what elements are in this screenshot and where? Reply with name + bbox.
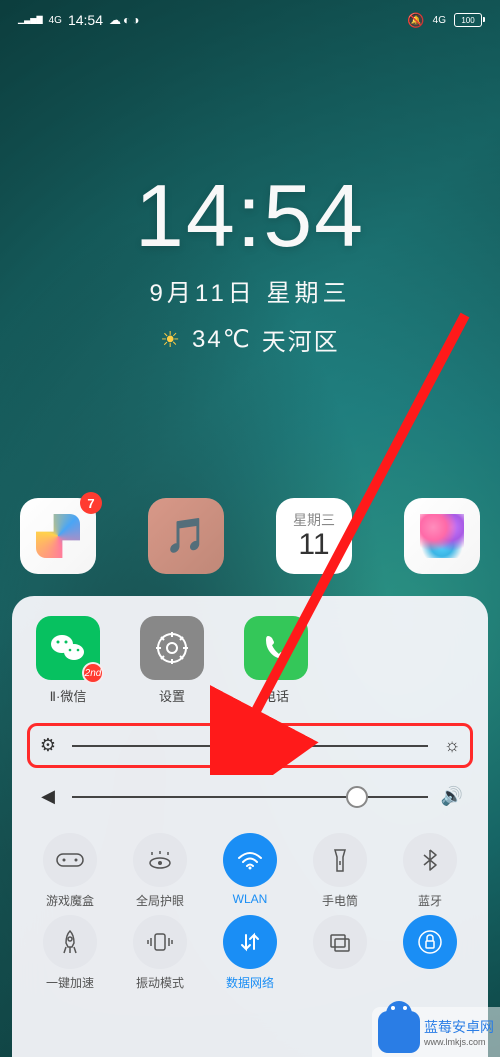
home-clock: 14:54 9月11日 星期三 ☀ 34℃ 天河区: [0, 165, 500, 357]
toggle-label: 振动模式: [136, 974, 184, 991]
gamepad-icon: [43, 833, 97, 887]
vibrate-icon: [133, 915, 187, 969]
volume-slider-row: ◀ 🔊: [30, 776, 470, 817]
brightness-max-icon[interactable]: ☼: [440, 735, 464, 756]
toggle-label: 一键加速: [46, 974, 94, 991]
signal-bars-icon: ▁▃▅▇: [18, 16, 43, 24]
watermark-url: www.lmkjs.com: [424, 1037, 494, 1047]
toggle-flashlight[interactable]: 手电筒: [300, 833, 380, 909]
brightness-settings-icon[interactable]: ⚙: [36, 735, 60, 756]
volume-min-icon: ◀: [36, 786, 60, 807]
network-badge: 4G: [49, 15, 62, 26]
quick-toggles-grid: 游戏魔盒 全局护眼 WLAN 手电筒 蓝牙: [30, 833, 470, 991]
dual-app-badge: 2nd: [82, 662, 104, 684]
brightness-slider-row: ⚙ ☼: [27, 723, 473, 768]
flashlight-icon: [313, 833, 367, 887]
toggle-bluetooth[interactable]: 蓝牙: [390, 833, 470, 909]
weather-location: 天河区: [262, 322, 340, 357]
toggle-label: 数据网络: [226, 974, 274, 991]
toggle-lock[interactable]: [390, 915, 470, 991]
rocket-icon: [43, 915, 97, 969]
data-icon: [223, 915, 277, 969]
toggle-mobile-data[interactable]: 数据网络: [210, 915, 290, 991]
app-theme[interactable]: [404, 498, 480, 574]
calendar-day: 11: [298, 528, 329, 562]
brightness-thumb[interactable]: [211, 735, 233, 757]
gear-icon: [140, 616, 204, 680]
watermark-text: 蓝莓安卓网: [424, 1017, 494, 1037]
watermark: 蓝莓安卓网 www.lmkjs.com: [372, 1007, 500, 1057]
flower-icon: [420, 514, 464, 558]
mute-icon: 🔕: [407, 12, 424, 29]
weather-row[interactable]: ☀ 34℃ 天河区: [0, 322, 500, 357]
status-bar: ▁▃▅▇ 4G 14:54 ☁◐◑ 🔕 4G 100: [0, 0, 500, 40]
lock-icon: [403, 915, 457, 969]
recent-app-settings[interactable]: 设置: [140, 616, 204, 705]
toggle-label: 游戏魔盒: [46, 892, 94, 909]
wechat-icon: 2nd: [36, 616, 100, 680]
app-music[interactable]: 🎵: [148, 498, 224, 574]
music-icon: 🎵: [165, 516, 207, 556]
sun-icon: ☀: [160, 327, 182, 353]
recent-app-wechat[interactable]: 2nd Ⅱ·微信: [36, 616, 100, 705]
phone-icon: [244, 616, 308, 680]
toggle-label: WLAN: [233, 892, 268, 906]
home-app-row: 7 🎵 星期三 11: [20, 498, 480, 574]
toggle-game-box[interactable]: 游戏魔盒: [30, 833, 110, 909]
toggle-wlan[interactable]: WLAN: [210, 833, 290, 909]
status-time: 14:54: [68, 12, 103, 28]
screenshot-icon: [313, 915, 367, 969]
toggle-label: 手电筒: [322, 892, 358, 909]
weather-mini-icons: ☁◐◑: [109, 13, 140, 27]
volume-max-icon: 🔊: [440, 786, 464, 807]
recent-app-phone[interactable]: 电话: [244, 616, 308, 705]
battery-indicator: 100: [454, 13, 482, 27]
notification-badge: 7: [80, 492, 102, 514]
brightness-slider[interactable]: [72, 745, 428, 747]
control-center-panel: 2nd Ⅱ·微信: [12, 596, 488, 1057]
clock-date: 9月11日 星期三: [0, 273, 500, 308]
eye-icon: [133, 833, 187, 887]
recent-apps-row: 2nd Ⅱ·微信: [30, 616, 470, 705]
volume-thumb[interactable]: [346, 786, 368, 808]
wifi-icon: [223, 833, 277, 887]
store-icon: [36, 514, 80, 558]
toggle-screenshot[interactable]: [300, 915, 380, 991]
volume-slider[interactable]: [72, 796, 428, 798]
weather-temp: 34℃: [192, 325, 252, 354]
toggle-vibrate[interactable]: 振动模式: [120, 915, 200, 991]
calendar-weekday: 星期三: [293, 510, 335, 530]
app-calendar[interactable]: 星期三 11: [276, 498, 352, 574]
toggle-label: 蓝牙: [418, 892, 442, 909]
android-mascot-icon: [378, 1011, 420, 1053]
network-right: 4G: [433, 15, 446, 26]
toggle-eye-care[interactable]: 全局护眼: [120, 833, 200, 909]
app-store[interactable]: 7: [20, 498, 96, 574]
bluetooth-icon: [403, 833, 457, 887]
toggle-speedup[interactable]: 一键加速: [30, 915, 110, 991]
toggle-label: 全局护眼: [136, 892, 184, 909]
recent-app-label: Ⅱ·微信: [36, 686, 100, 705]
recent-app-label: 设置: [140, 686, 204, 705]
clock-time: 14:54: [0, 165, 500, 267]
recent-app-label: 电话: [244, 686, 308, 705]
